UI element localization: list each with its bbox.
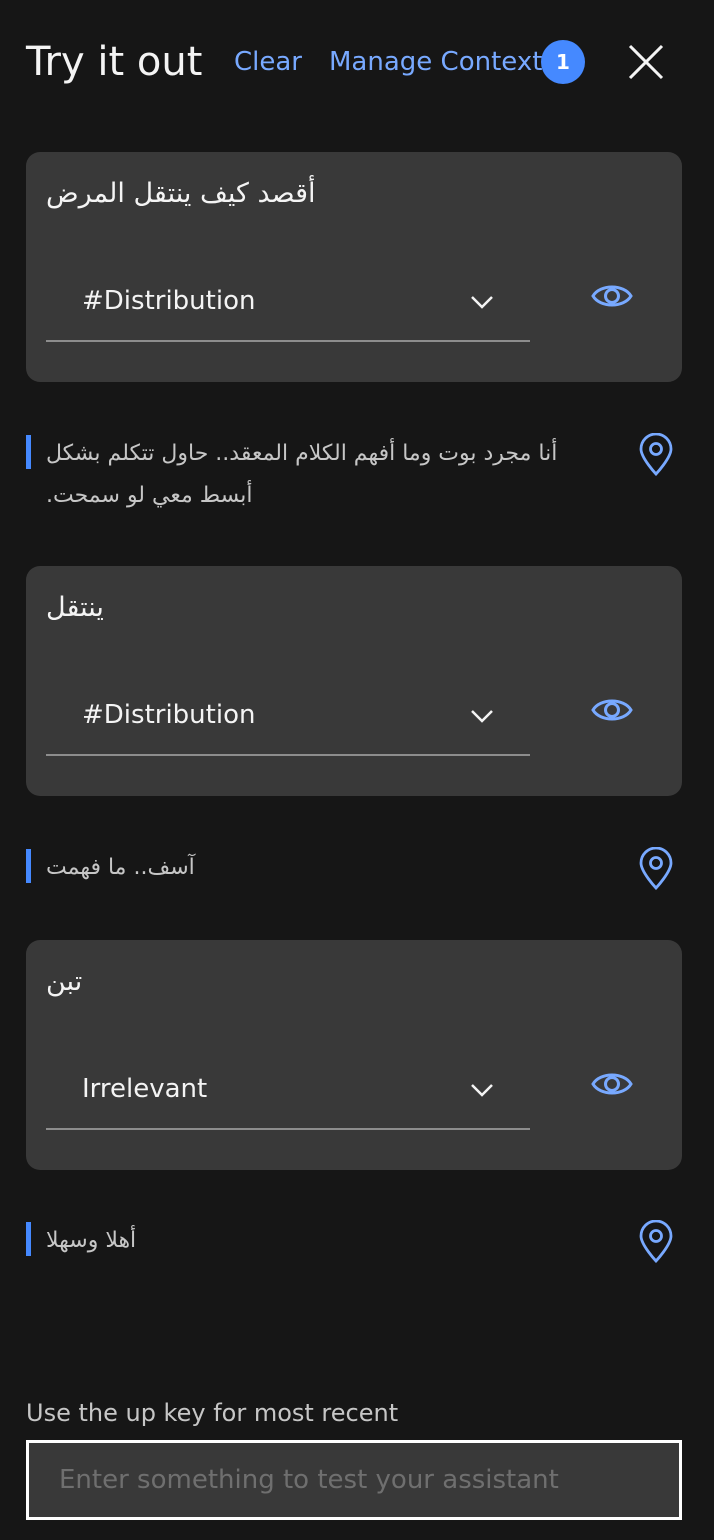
bot-response-text: آسف.. ما فهمت	[46, 855, 195, 880]
message-input[interactable]	[29, 1443, 679, 1517]
response-indicator-bar	[26, 849, 31, 883]
user-message-text: أقصد كيف ينتقل المرض	[46, 178, 316, 209]
eye-icon[interactable]	[590, 1062, 634, 1106]
bot-response-text: أهلا وسهلا	[46, 1228, 137, 1253]
response-indicator-bar	[26, 435, 31, 469]
location-pin-icon[interactable]	[636, 847, 676, 891]
intent-dropdown-value: #Distribution	[82, 286, 256, 316]
response-indicator-bar	[26, 1222, 31, 1256]
chevron-down-icon	[471, 296, 493, 309]
intent-dropdown[interactable]: Irrelevant	[46, 1050, 530, 1130]
intent-dropdown-value: Irrelevant	[82, 1074, 208, 1104]
location-pin-icon[interactable]	[636, 433, 676, 477]
user-message-card: ينتقل #Distribution	[26, 566, 682, 796]
close-icon[interactable]	[626, 42, 666, 82]
message-input-container	[26, 1440, 682, 1520]
chevron-down-icon	[471, 710, 493, 723]
user-message-text: تبن	[46, 966, 83, 997]
manage-context-button[interactable]: Manage Context	[329, 44, 542, 80]
location-pin-icon[interactable]	[636, 1220, 676, 1264]
intent-dropdown[interactable]: #Distribution	[46, 676, 530, 756]
panel-title: Try it out	[26, 39, 203, 85]
clear-button[interactable]: Clear	[234, 44, 302, 80]
user-message-text: ينتقل	[46, 592, 104, 623]
user-message-card: تبن Irrelevant	[26, 940, 682, 1170]
eye-icon[interactable]	[590, 688, 634, 732]
chevron-down-icon	[471, 1084, 493, 1097]
bot-response-text: أنا مجرد بوت وما أفهم الكلام المعقد.. حا…	[46, 441, 558, 508]
intent-dropdown-value: #Distribution	[82, 700, 256, 730]
eye-icon[interactable]	[590, 274, 634, 318]
panel-header: Try it out Clear Manage Context 1	[0, 0, 714, 126]
input-hint: Use the up key for most recent	[26, 1399, 399, 1427]
intent-dropdown[interactable]: #Distribution	[46, 262, 530, 342]
user-message-card: أقصد كيف ينتقل المرض #Distribution	[26, 152, 682, 382]
context-count-badge[interactable]: 1	[541, 40, 585, 84]
